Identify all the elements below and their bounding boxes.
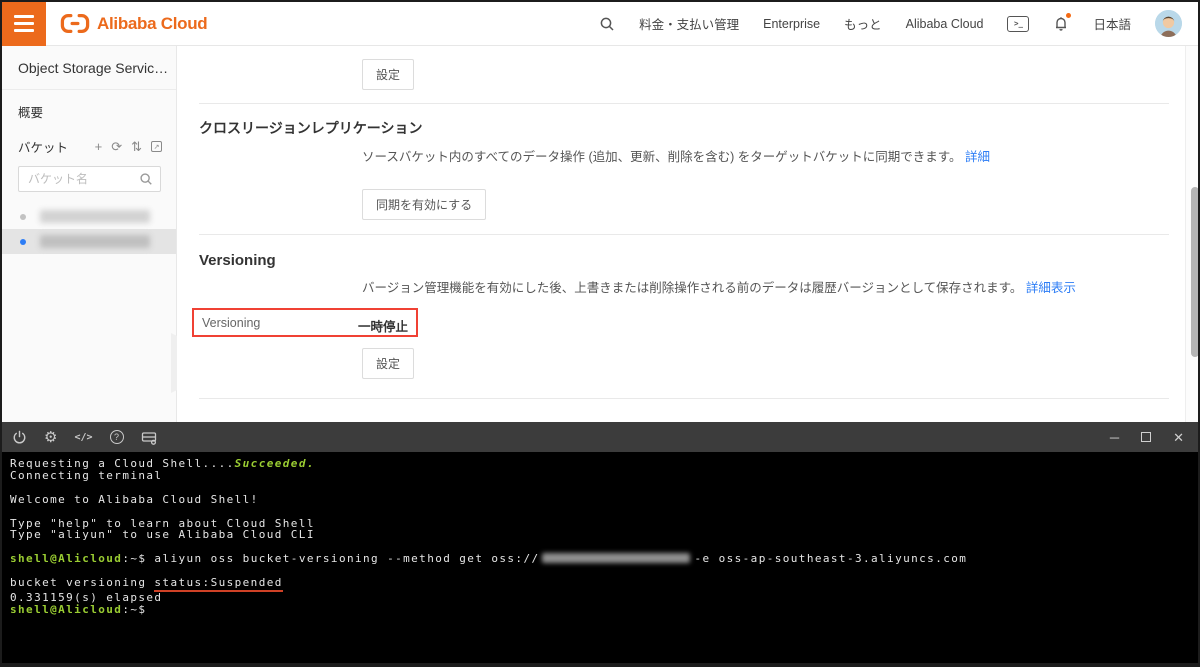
page-scrollbar-track[interactable] [1185, 46, 1198, 422]
sidebar-item-overview[interactable]: 概要 [2, 90, 176, 121]
terminal-window-controls: ─ ✕ [1110, 431, 1184, 444]
nav-alibaba-cloud[interactable]: Alibaba Cloud [906, 17, 984, 31]
bucket-list [2, 204, 176, 254]
nav-more[interactable]: もっと [844, 14, 882, 33]
bucket-label: バケット [18, 141, 69, 155]
nav-enterprise[interactable]: Enterprise [763, 17, 820, 31]
hamburger-menu-button[interactable] [2, 2, 46, 46]
alibaba-cloud-logo[interactable]: Alibaba Cloud [60, 13, 208, 34]
avatar[interactable] [1155, 10, 1182, 37]
terminal-result-line: bucket versioning status:Suspended [10, 577, 1190, 592]
terminal-prompt: shell@Alicloud [10, 552, 123, 566]
topbar-nav: 料金・支払い管理 Enterprise もっと Alibaba Cloud >_… [599, 10, 1198, 37]
terminal-command-text: aliyun oss bucket-versioning --method ge… [154, 552, 540, 566]
help-icon[interactable]: ? [109, 430, 124, 444]
versioning-status-value: 一時停止 [358, 320, 409, 334]
terminal-line: Type "aliyun" to use Alibaba Cloud CLI [10, 528, 315, 542]
sort-icon[interactable]: ⇅ [131, 140, 142, 153]
page-scrollbar-thumb[interactable] [1191, 187, 1198, 357]
code-icon[interactable]: </> [74, 432, 92, 443]
notification-badge [1066, 13, 1072, 18]
bucket-toolbar: + ⟳ ⇅ ↗ [95, 140, 162, 153]
versioning-description-text: バージョン管理機能を有効にした後、上書きまたは削除操作される前のデータは履歴バー… [362, 281, 1023, 295]
terminal-command-line: shell@Alicloud:~$ aliyun oss bucket-vers… [10, 553, 1190, 565]
terminal-prompt: shell@Alicloud [10, 602, 123, 616]
browser-frame: Alibaba Cloud 料金・支払い管理 Enterprise もっと Al… [0, 0, 1200, 667]
bucket-name-redacted [40, 210, 150, 223]
notifications-bell-icon[interactable] [1053, 13, 1072, 32]
versioning-status-highlight: Versioning 一時停止 [192, 308, 418, 337]
section-divider [199, 398, 1169, 399]
crr-section-title: クロスリージョンレプリケーション [199, 120, 423, 136]
external-link-icon[interactable]: ↗ [151, 141, 162, 152]
versioning-section-title: Versioning [199, 252, 276, 269]
maximize-icon[interactable] [1141, 432, 1152, 442]
versioning-description: バージョン管理機能を有効にした後、上書きまたは削除操作される前のデータは履歴バー… [362, 277, 1076, 296]
terminal-status-underlined: status:Suspended [154, 577, 283, 592]
sidebar-title: Object Storage Servic… [2, 46, 176, 90]
terminal-prompt-suffix: :~$ [122, 602, 155, 616]
terminal-line: Welcome to Alibaba Cloud Shell! [10, 492, 259, 506]
bucket-list-item-selected[interactable] [2, 229, 176, 254]
logo-text: Alibaba Cloud [97, 13, 208, 33]
terminal-header: ⚙ </> ? ─ ✕ [2, 422, 1198, 452]
terminal-command-tail: -e oss-ap-southeast-3.aliyuncs.com [694, 552, 968, 566]
enable-sync-button[interactable]: 同期を有効にする [362, 189, 487, 220]
terminal-success-text: Succeeded. [234, 457, 315, 470]
section-divider [199, 234, 1169, 235]
bucket-search [18, 166, 161, 192]
terminal-toolbar: ⚙ </> ? [12, 430, 157, 445]
add-bucket-icon[interactable]: + [95, 140, 103, 153]
server-icon[interactable] [141, 430, 157, 445]
sidebar: Object Storage Servic… 概要 バケット + ⟳ ⇅ ↗ [2, 46, 177, 422]
bucket-status-dot [20, 238, 26, 245]
terminal-result-prefix: bucket versioning [10, 576, 155, 589]
bucket-name-redacted [40, 235, 150, 248]
cloudshell-icon[interactable]: >_ [1007, 15, 1030, 32]
terminal-prompt-line: shell@Alicloud:~$ [10, 602, 1190, 616]
search-icon[interactable] [599, 16, 615, 32]
terminal-prompt-suffix: :~$ [122, 552, 155, 566]
versioning-row-label: Versioning [202, 316, 261, 330]
power-icon[interactable] [12, 430, 27, 445]
main-content: 設定 クロスリージョンレプリケーション ソースバケット内のすべてのデータ操作 (… [177, 46, 1185, 422]
terminal-body[interactable]: Requesting a Cloud Shell....Succeeded. C… [2, 452, 1198, 622]
settings-gear-icon[interactable]: ⚙ [44, 430, 57, 445]
cloud-shell-terminal: ⚙ </> ? ─ ✕ Requesting a Cloud Shell....… [2, 422, 1198, 663]
topbar: Alibaba Cloud 料金・支払い管理 Enterprise もっと Al… [2, 2, 1198, 46]
versioning-settings-button[interactable]: 設定 [362, 348, 415, 379]
terminal-line: 0.331159(s) elapsed [10, 590, 163, 604]
refresh-icon[interactable]: ⟳ [111, 140, 122, 153]
bucket-status-dot [20, 213, 26, 220]
bucket-section-header: バケット + ⟳ ⇅ ↗ [2, 121, 176, 156]
nav-billing[interactable]: 料金・支払い管理 [639, 14, 739, 33]
crr-detail-link[interactable]: 詳細 [965, 150, 990, 164]
language-selector[interactable]: 日本語 [1093, 14, 1131, 33]
search-icon[interactable] [139, 172, 153, 191]
versioning-detail-link[interactable]: 詳細表示 [1026, 281, 1076, 295]
bucket-list-item[interactable] [2, 204, 176, 229]
crr-description: ソースバケット内のすべてのデータ操作 (追加、更新、削除を含む) をターゲットバ… [362, 146, 990, 165]
terminal-line: Connecting terminal [10, 468, 163, 482]
close-icon[interactable]: ✕ [1173, 431, 1184, 444]
bucket-name-redacted [541, 553, 690, 564]
minimize-icon[interactable]: ─ [1110, 431, 1119, 444]
crr-description-text: ソースバケット内のすべてのデータ操作 (追加、更新、削除を含む) をターゲットバ… [362, 150, 962, 164]
terminal-line: Requesting a Cloud Shell....Succeeded. [10, 458, 1190, 470]
section-divider [199, 103, 1169, 104]
settings-button-top[interactable]: 設定 [362, 59, 415, 90]
alibaba-logo-icon [60, 13, 90, 34]
